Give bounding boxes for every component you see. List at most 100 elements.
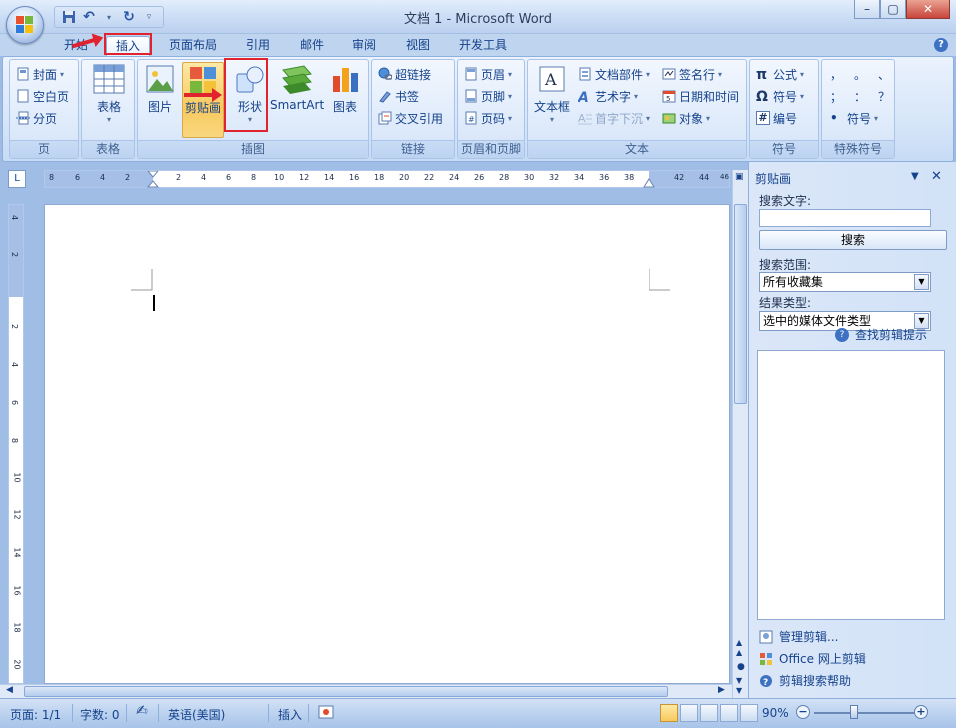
outline-view-icon[interactable] — [720, 704, 738, 722]
search-text-input[interactable] — [759, 209, 931, 227]
numbering-button[interactable]: # 编号 — [756, 108, 797, 128]
special-chars-row-1: ， 。 、 — [830, 64, 890, 84]
smartart-button[interactable]: SmartArt — [270, 64, 324, 112]
picture-button[interactable]: 图片 — [142, 64, 178, 115]
object-button[interactable]: 对象 ▾ — [662, 108, 710, 128]
ruler-number: 16 — [12, 585, 22, 596]
drop-cap-button[interactable]: A 首字下沉 ▾ — [578, 108, 650, 128]
ruler-number: 24 — [449, 173, 460, 182]
special-char-comma[interactable]: ， — [830, 66, 842, 83]
tab-review[interactable]: 审阅 — [342, 36, 386, 56]
symbol-button[interactable]: Ω 符号 ▾ — [756, 86, 804, 106]
chart-button[interactable]: 图表 — [326, 64, 364, 115]
vertical-ruler[interactable]: 4 2 2 4 6 8 10 12 14 16 18 20 — [8, 204, 24, 684]
print-layout-view-icon[interactable] — [660, 704, 678, 722]
special-char-question[interactable]: ？ — [878, 88, 890, 105]
next-page-icon[interactable]: ▼ ▼ — [736, 676, 742, 696]
signature-line-button[interactable]: 签名行 ▾ — [662, 64, 722, 84]
page-count-status[interactable]: 页面: 1/1 — [10, 706, 61, 723]
pane-close-icon[interactable]: ✕ — [931, 169, 942, 184]
tab-mailings[interactable]: 邮件 — [290, 36, 334, 56]
vertical-scrollbar[interactable]: ▣ ▲ ▲ ● ▼ ▼ — [732, 170, 748, 698]
group-label-tables: 表格 — [82, 140, 134, 158]
ruler-number: 8 — [49, 173, 55, 182]
undo-icon[interactable]: ↶ — [81, 9, 97, 25]
language-status[interactable]: 英语(美国) — [168, 706, 225, 723]
globe-link-icon — [378, 67, 393, 81]
search-button[interactable]: 搜索 — [759, 230, 947, 250]
right-indent-marker-icon[interactable] — [643, 177, 655, 189]
help-icon[interactable]: ? — [934, 38, 948, 52]
ruler-number: 10 — [274, 173, 285, 182]
zoom-slider-thumb[interactable] — [850, 705, 858, 719]
zoom-slider[interactable] — [814, 712, 914, 714]
footer-button[interactable]: 页脚 ▾ — [464, 86, 512, 106]
zoom-out-icon[interactable]: − — [796, 705, 810, 719]
tab-references[interactable]: 引用 — [236, 36, 280, 56]
clip-results-list[interactable] — [757, 350, 945, 620]
scroll-right-icon[interactable]: ▶ — [718, 685, 725, 695]
cross-reference-button[interactable]: 交叉引用 — [378, 108, 443, 128]
page-number-button[interactable]: # 页码 ▾ — [464, 108, 512, 128]
organize-clips-link[interactable]: 管理剪辑... — [759, 628, 838, 645]
indent-marker-icon[interactable] — [147, 171, 159, 189]
office-button[interactable] — [6, 6, 44, 44]
ruler-number: 4 — [10, 214, 20, 221]
special-symbol-button[interactable]: • 符号 ▾ — [830, 108, 878, 128]
horizontal-scrollbar[interactable]: ◀ ▶ — [0, 684, 732, 698]
cross-reference-icon — [378, 111, 392, 125]
tab-view[interactable]: 视图 — [396, 36, 440, 56]
vertical-scroll-thumb[interactable] — [734, 204, 747, 404]
browse-object-icon[interactable]: ● — [737, 662, 745, 672]
close-button[interactable]: ✕ — [906, 0, 950, 19]
zoom-in-icon[interactable]: + — [914, 705, 928, 719]
quick-parts-button[interactable]: 文档部件 ▾ — [578, 64, 650, 84]
zoom-level[interactable]: 90% — [762, 706, 789, 720]
blank-page-button[interactable]: 空白页 — [16, 86, 69, 106]
save-icon[interactable] — [61, 9, 77, 25]
cover-page-icon — [16, 67, 30, 81]
ruler-toggle-icon[interactable]: ▣ — [735, 172, 744, 182]
bookmark-button[interactable]: 书签 — [378, 86, 419, 106]
proofing-icon[interactable]: ✍ — [136, 703, 148, 719]
minimize-button[interactable]: – — [854, 0, 880, 19]
office-online-clips-link[interactable]: Office 网上剪辑 — [759, 650, 866, 667]
find-clip-tips-link[interactable]: ? 查找剪辑提示 — [835, 326, 927, 343]
full-screen-reading-view-icon[interactable] — [680, 704, 698, 722]
horizontal-ruler[interactable]: 8 6 4 2 2 4 6 8 10 12 14 16 18 20 22 24 … — [44, 170, 730, 188]
hyperlink-button[interactable]: 超链接 — [378, 64, 431, 84]
cover-page-button[interactable]: 封面 ▾ — [16, 64, 64, 84]
horizontal-scroll-thumb[interactable] — [24, 686, 668, 697]
header-button[interactable]: 页眉 ▾ — [464, 64, 512, 84]
maximize-button[interactable]: ▢ — [880, 0, 906, 19]
scroll-left-icon[interactable]: ◀ — [6, 685, 13, 695]
tab-page-layout[interactable]: 页面布局 — [160, 36, 226, 56]
web-layout-view-icon[interactable] — [700, 704, 718, 722]
tab-selector-button[interactable]: L — [8, 170, 26, 188]
ruler-number: 30 — [524, 173, 535, 182]
word-art-icon: A — [577, 89, 592, 106]
text-box-button[interactable]: A 文本框 ▾ — [532, 64, 572, 124]
find-clips-help-link[interactable]: ? 剪辑搜索帮助 — [759, 672, 851, 689]
date-time-button[interactable]: 5 日期和时间 — [662, 86, 739, 106]
search-scope-select[interactable]: 所有收藏集 ▼ — [759, 272, 931, 292]
special-char-semicolon[interactable]: ； — [830, 88, 842, 105]
prev-page-icon[interactable]: ▲ ▲ — [736, 638, 742, 658]
dropdown-arrow-icon[interactable]: ▾ — [101, 9, 117, 25]
customize-qat-icon[interactable]: ▿ — [141, 9, 157, 25]
equation-button[interactable]: π 公式 ▾ — [756, 64, 804, 84]
tab-developer[interactable]: 开发工具 — [448, 36, 518, 56]
redo-icon[interactable]: ↻ — [121, 9, 137, 25]
word-count-status[interactable]: 字数: 0 — [80, 706, 120, 723]
document-page[interactable] — [44, 204, 730, 684]
table-button[interactable]: 表格 ▾ — [88, 64, 130, 124]
special-char-colon[interactable]: ： — [854, 88, 866, 105]
insert-mode-status[interactable]: 插入 — [278, 706, 302, 723]
word-art-button[interactable]: A 艺术字 ▾ — [577, 86, 638, 107]
draft-view-icon[interactable] — [740, 704, 758, 722]
special-char-enum-comma[interactable]: 、 — [878, 66, 890, 83]
page-break-button[interactable]: 分页 — [16, 108, 57, 128]
macro-record-icon[interactable] — [318, 704, 334, 723]
pane-menu-icon[interactable]: ▼ — [911, 171, 919, 182]
special-char-period[interactable]: 。 — [854, 66, 866, 83]
